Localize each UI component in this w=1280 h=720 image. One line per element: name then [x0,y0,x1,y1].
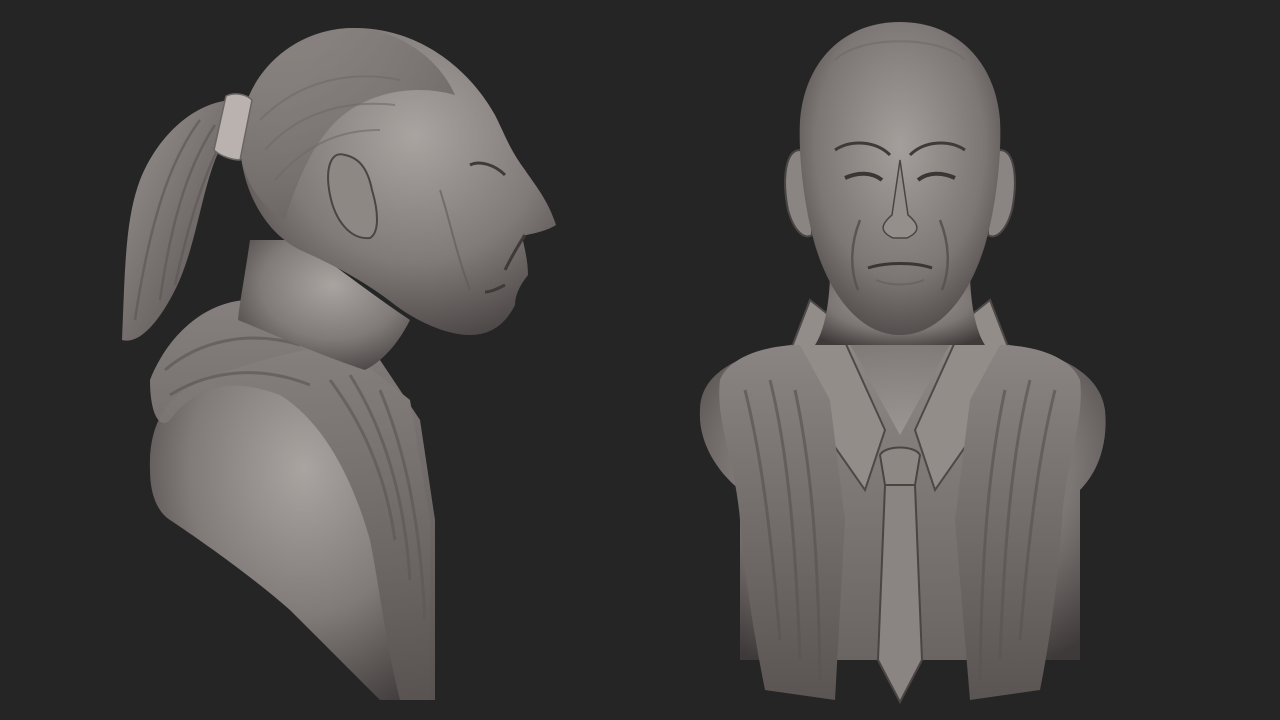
sculpt-bust-front [699,22,1106,705]
render-svg [122,22,1106,705]
viewport-canvas [0,0,1280,720]
front-tie [876,484,924,705]
sculpt-bust-profile [122,28,557,700]
front-tie-knot [878,446,922,486]
front-vest-left [719,345,845,700]
